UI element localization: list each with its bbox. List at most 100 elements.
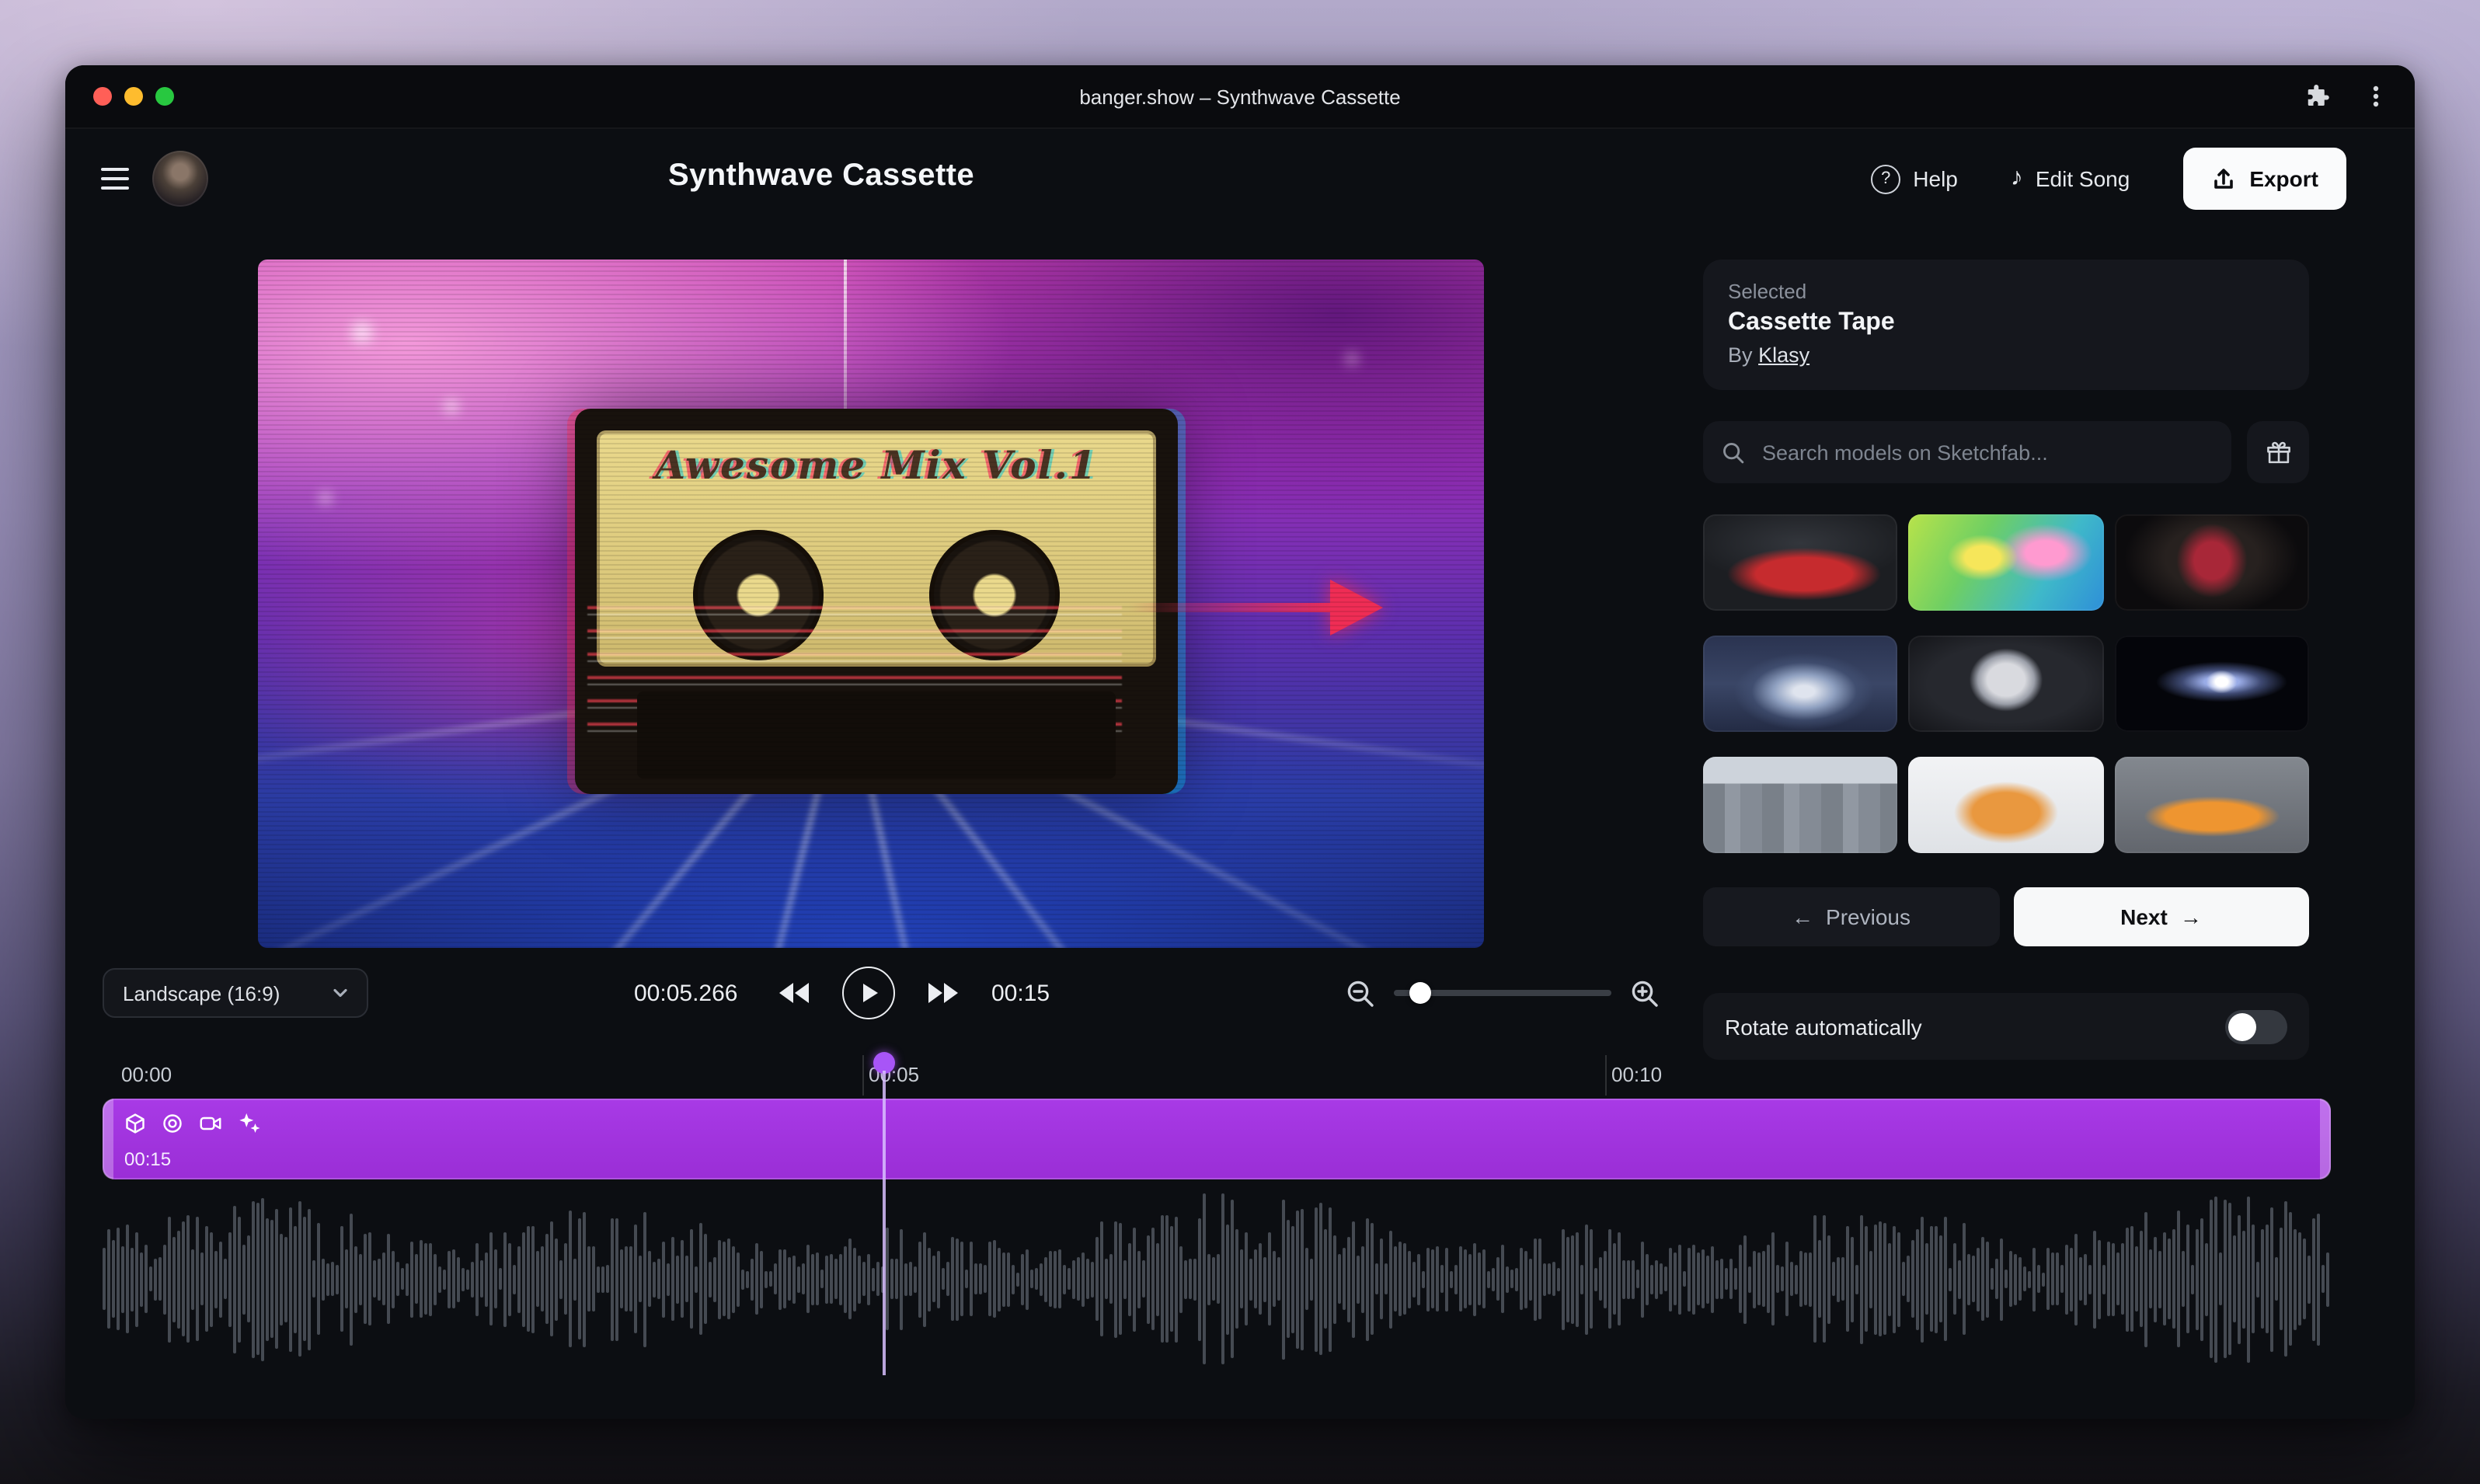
waveform-bar (653, 1261, 656, 1297)
ruler-gridline (1605, 1055, 1607, 1096)
waveform-bar (196, 1217, 199, 1341)
waveform-bar (1147, 1235, 1150, 1323)
zoom-out-icon[interactable] (1346, 978, 1375, 1008)
next-page-button[interactable]: Next → (2013, 887, 2309, 946)
search-input[interactable] (1759, 439, 2213, 465)
model-thumb-skull[interactable] (1909, 636, 2104, 732)
transport-controls: 00:05.266 00:15 (634, 967, 1050, 1019)
user-avatar[interactable] (152, 151, 208, 207)
extensions-icon[interactable] (2300, 79, 2334, 113)
waveform-bar (1608, 1229, 1611, 1329)
waveform-bar (1347, 1236, 1350, 1322)
waveform-bar (2093, 1230, 2096, 1328)
waveform-bar (1179, 1245, 1183, 1312)
model-thumb-fantasy-warrior[interactable] (2114, 514, 2309, 611)
waveform-bar (406, 1263, 409, 1295)
cube-3d-icon (124, 1112, 146, 1134)
timeline-ruler[interactable]: 00:00 00:05 00:10 (103, 1055, 2331, 1096)
waveform-bar (2042, 1272, 2045, 1286)
waveform-bar (228, 1231, 232, 1326)
waveform-bar (2140, 1231, 2143, 1327)
waveform-bar (587, 1246, 590, 1312)
waveform-bar (937, 1250, 940, 1308)
fullscreen-window-button[interactable] (155, 87, 174, 106)
waveform-bar (368, 1232, 371, 1325)
video-preview[interactable]: Awesome Mix Vol.1 (258, 260, 1484, 948)
rewind-button[interactable] (777, 981, 811, 1005)
waveform-bar (145, 1245, 148, 1313)
export-button[interactable]: Export (2182, 148, 2346, 210)
waveform-bar (774, 1263, 777, 1294)
gift-icon (2265, 439, 2291, 465)
previous-page-button[interactable]: ← Previous (1703, 887, 1999, 946)
waveform-bar (1394, 1246, 1397, 1312)
waveform-bar (1026, 1249, 1029, 1309)
waveform-bar (1454, 1264, 1458, 1294)
waveform-bar (1021, 1253, 1024, 1305)
timeline-clip[interactable]: 00:15 (103, 1099, 2331, 1179)
waveform-bar (489, 1232, 493, 1325)
search-icon (1722, 441, 1745, 464)
cassette-bottom (637, 691, 1116, 779)
waveform-bar (2256, 1261, 2259, 1297)
zoom-slider[interactable] (1394, 967, 1611, 1019)
waveform-bar (1473, 1242, 1476, 1315)
hamburger-menu-icon[interactable] (96, 160, 134, 197)
model-thumb-angel-in-clouds[interactable] (1703, 636, 1898, 732)
waveform-bar (946, 1262, 949, 1296)
rotate-toggle[interactable] (2225, 1009, 2287, 1043)
waveform-bar (1594, 1267, 1597, 1291)
waveform-bar (527, 1226, 530, 1332)
waveform-bar (1524, 1250, 1527, 1308)
waveform-bar (727, 1238, 730, 1319)
model-thumb-anime-girl[interactable] (1909, 514, 2104, 611)
model-thumb-red-sports-car[interactable] (1703, 514, 1898, 611)
play-button[interactable] (842, 967, 895, 1019)
waveform-bar (513, 1264, 516, 1294)
waveform-bar (1217, 1254, 1220, 1304)
waveform-bar (1114, 1221, 1117, 1337)
edit-song-button[interactable]: ♪ Edit Song (2011, 166, 2130, 191)
waveform-bar (1193, 1258, 1196, 1300)
model-thumb-orange-toy-car[interactable] (2114, 757, 2309, 853)
waveform-bar (1552, 1262, 1555, 1296)
audio-waveform[interactable] (103, 1186, 2331, 1372)
waveform-bar (932, 1256, 935, 1302)
author-link[interactable]: Klasy (1758, 343, 1809, 367)
waveform-bar (1212, 1257, 1215, 1301)
waveform-bar (1231, 1200, 1234, 1358)
close-window-button[interactable] (93, 87, 112, 106)
zoom-in-icon[interactable] (1630, 978, 1660, 1008)
aspect-ratio-select[interactable]: Landscape (16:9) (103, 968, 368, 1018)
waveform-bar (2210, 1200, 2213, 1358)
zoom-slider-knob[interactable] (1409, 982, 1431, 1004)
waveform-bar (331, 1262, 334, 1296)
waveform-bar (233, 1205, 236, 1353)
waveform-bar (923, 1231, 926, 1326)
model-thumb-shiba-dog[interactable] (1909, 757, 2104, 853)
model-thumb-spiral-galaxy[interactable] (2114, 636, 2309, 732)
waveform-bar (2000, 1238, 2003, 1320)
help-button[interactable]: ? Help (1871, 164, 1958, 193)
total-duration: 00:15 (991, 980, 1050, 1006)
waveform-bar (350, 1213, 353, 1345)
waveform-bar (1440, 1265, 1444, 1293)
waveform-bar (303, 1217, 306, 1341)
waveform-bar (1590, 1229, 1593, 1329)
waveform-bar (131, 1247, 134, 1311)
waveform-bar (149, 1266, 152, 1291)
waveform-bar (1175, 1216, 1178, 1342)
ruler-tick-label: 00:00 (121, 1063, 172, 1086)
playhead-handle[interactable] (873, 1052, 895, 1074)
waveform-bar (1627, 1259, 1630, 1298)
fast-forward-button[interactable] (926, 981, 960, 1005)
waveform-bar (2154, 1236, 2157, 1322)
waveform-bar (1184, 1259, 1187, 1298)
surprise-model-button[interactable] (2247, 421, 2309, 483)
waveform-bar (298, 1201, 301, 1357)
waveform-bar (541, 1246, 544, 1312)
minimize-window-button[interactable] (124, 87, 143, 106)
waveform-bar (970, 1242, 973, 1316)
kebab-menu-icon[interactable] (2359, 79, 2393, 113)
model-thumb-city-buildings[interactable] (1703, 757, 1898, 853)
